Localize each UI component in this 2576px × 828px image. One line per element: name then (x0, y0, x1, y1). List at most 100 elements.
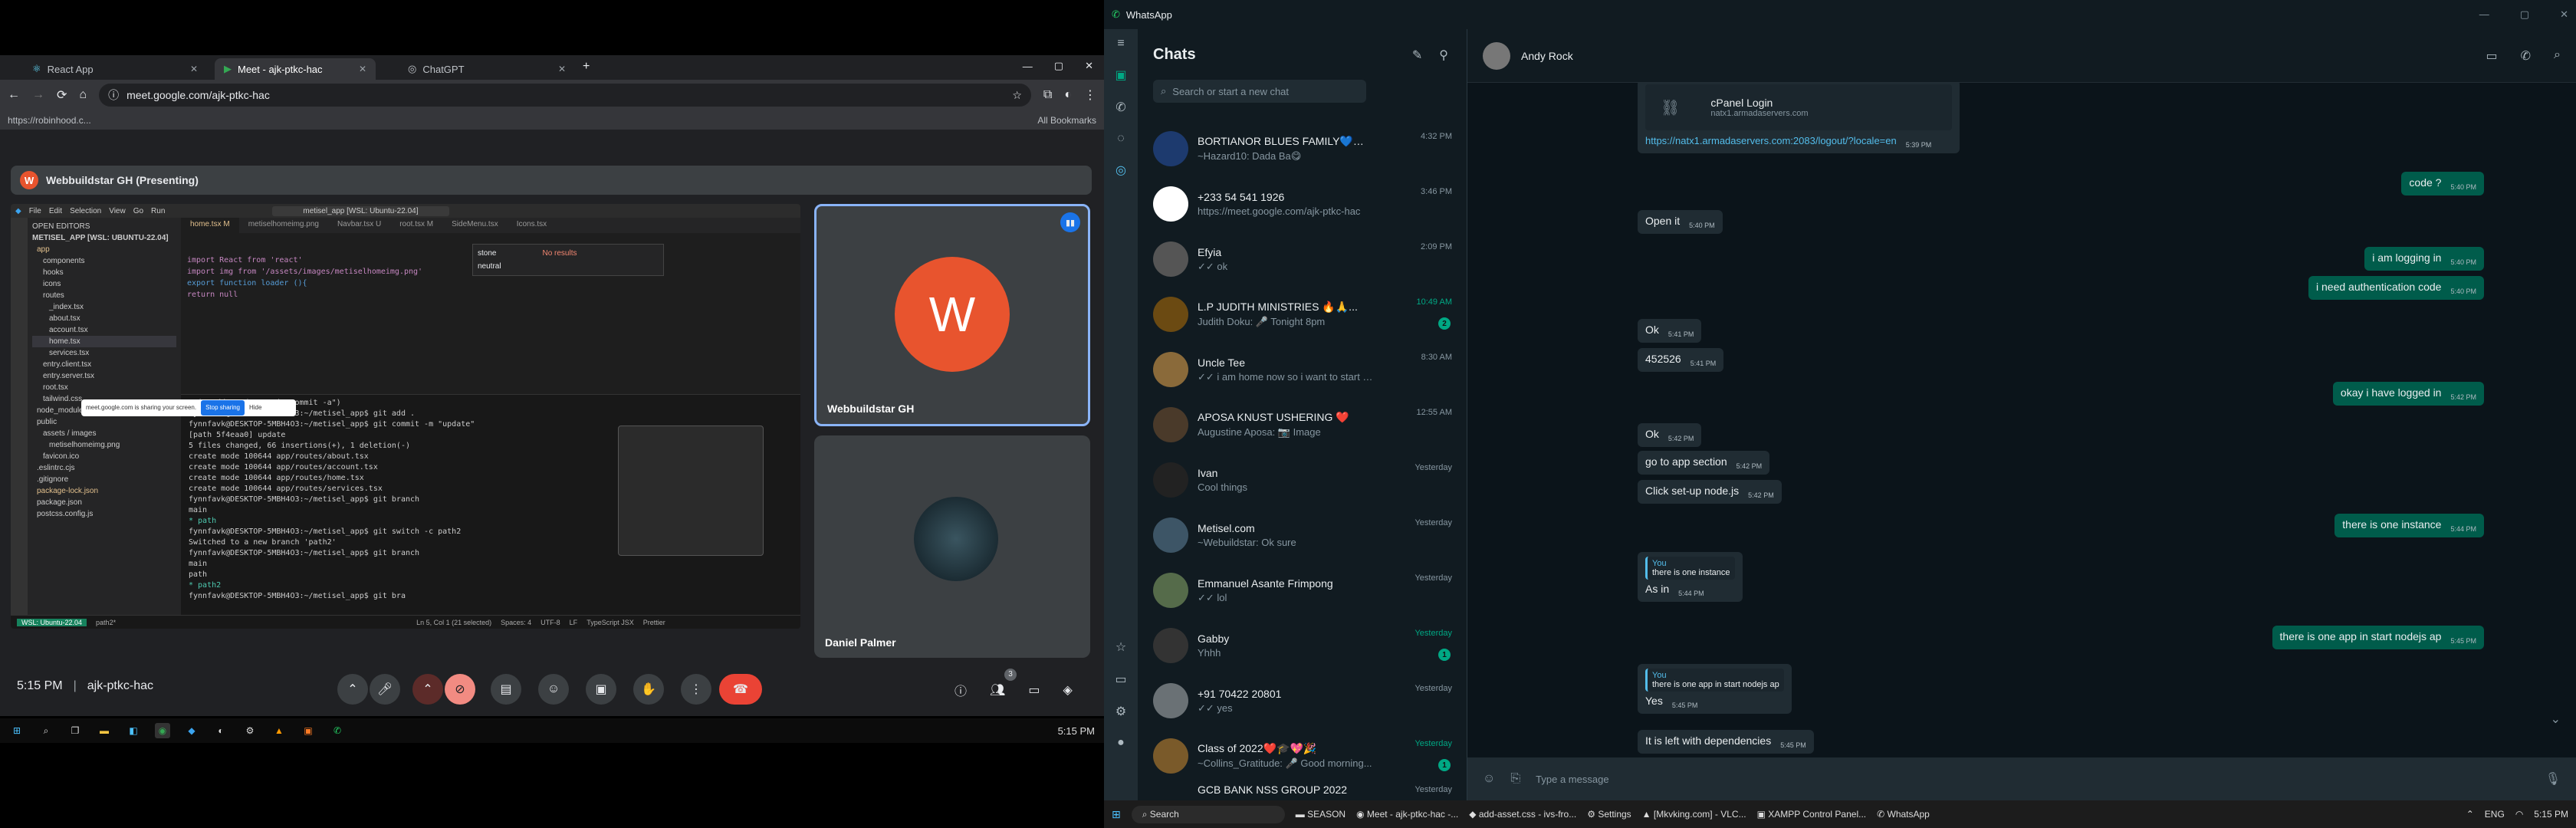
chat-item[interactable]: Efyia ✓✓ ok 2:09 PM (1138, 232, 1467, 287)
message-bubble[interactable]: You there is one instance As in 5:44 PM (1638, 552, 1743, 602)
raise-hand-icon[interactable]: ✋ (633, 674, 664, 705)
participant-tile[interactable]: W ▮▮ Webbuildstar GH (814, 204, 1090, 426)
tab-react-app[interactable]: ⚛ React App ✕ (23, 58, 207, 80)
minimize-icon[interactable]: — (1023, 61, 1033, 72)
windows-start-icon[interactable]: ⊞ (1112, 808, 1121, 821)
message-bubble[interactable]: 452526 5:41 PM (1638, 348, 1724, 372)
back-icon[interactable]: ← (8, 88, 20, 102)
chat-item[interactable]: Class of 2022❤️🎓💖🎉 ~Collins_Gratitude: 🎤 … (1138, 728, 1467, 784)
close-icon[interactable]: ✕ (2560, 8, 2568, 21)
leave-call-button[interactable]: ☎ (719, 674, 762, 705)
camera-off-icon[interactable]: ⊘ (445, 674, 475, 705)
chat-item[interactable]: L.P JUDITH MINISTRIES 🔥🙏... Judith Doku: … (1138, 287, 1467, 342)
home-icon[interactable]: ⌂ (79, 88, 87, 102)
chat-item[interactable]: +91 70422 20801 ✓✓ yes Yesterday (1138, 673, 1467, 728)
activities-icon[interactable]: ◈ (1063, 682, 1072, 698)
starred-icon[interactable]: ☆ (1116, 639, 1126, 655)
windows-start-icon[interactable]: ⊞ (9, 723, 25, 738)
tab-meet[interactable]: ▶ Meet - ajk-ptkc-hac ✕ (215, 58, 376, 80)
profile-icon[interactable]: ◐ (1064, 88, 1072, 102)
people-icon[interactable]: 👥︎ (990, 682, 1005, 698)
emoji-icon[interactable]: ☺ (538, 674, 569, 705)
emoji-icon[interactable]: ☺ (1483, 772, 1495, 786)
search-input[interactable]: ⌕ Search or start a new chat (1153, 80, 1366, 103)
forward-icon[interactable]: → (32, 88, 44, 102)
contact-avatar[interactable] (1483, 41, 1510, 70)
vscode-icon[interactable]: ◆ (184, 723, 199, 738)
chat-item[interactable]: BORTIANOR BLUES FAMILY💙⚽ ~Hazard10: Dada … (1138, 121, 1467, 176)
filter-icon[interactable]: ⚲ (1439, 48, 1448, 63)
message-bubble[interactable]: there is one app in start nodejs ap 5:45 … (2272, 626, 2484, 649)
close-icon[interactable]: ✕ (359, 64, 366, 74)
tab-chatgpt[interactable]: ◎ ChatGPT ✕ (399, 58, 575, 80)
task-item[interactable]: ◆ add-asset.css - ivs-fro... (1469, 809, 1576, 820)
message-bubble[interactable]: It is left with dependencies 5:45 PM (1638, 730, 1814, 754)
video-call-icon[interactable]: ▭ (2486, 48, 2498, 64)
quoted-message[interactable]: You there is one app in start nodejs ap (1645, 669, 1784, 692)
language-indicator[interactable]: ENG (2485, 809, 2505, 820)
extensions-icon[interactable]: ⧉ (1043, 88, 1052, 102)
close-icon[interactable]: ✕ (190, 64, 198, 74)
all-bookmarks[interactable]: All Bookmarks (1037, 115, 1096, 126)
vlc-icon[interactable]: ▲ (271, 723, 287, 738)
reload-icon[interactable]: ⟳ (57, 87, 67, 103)
message-bubble[interactable]: Open it 5:40 PM (1638, 210, 1723, 234)
message-bubble[interactable]: code ? 5:40 PM (2401, 172, 2484, 196)
chat-icon[interactable]: ▭ (1028, 682, 1040, 698)
more-options-icon[interactable]: ⋮ (681, 674, 711, 705)
task-item[interactable]: ⚙ Settings (1587, 809, 1631, 820)
profile-icon[interactable]: ● (1117, 736, 1125, 750)
star-icon[interactable]: ☆ (1012, 89, 1022, 102)
search-icon[interactable]: ⌕ (2554, 48, 2561, 64)
message-bubble[interactable]: there is one instance 5:44 PM (2334, 514, 2484, 537)
maximize-icon[interactable]: ▢ (1054, 60, 1063, 72)
chat-item[interactable]: Gabby Yhhh Yesterday 1 (1138, 618, 1467, 673)
attach-icon[interactable]: ⎘ (1510, 772, 1520, 786)
message-bubble[interactable]: Ok 5:41 PM (1638, 319, 1702, 343)
chat-item[interactable]: GCB BANK NSS GROUP 2022 Yesterday (1138, 784, 1467, 800)
file-explorer-icon[interactable]: ▬ (97, 723, 112, 738)
xampp-icon[interactable]: ▣ (301, 723, 316, 738)
chevron-up-icon[interactable]: ⌃ (412, 674, 443, 705)
link-preview-message[interactable]: ⛓ cPanel Login natx1.armadaservers.com ht… (1638, 83, 1960, 153)
app-icon[interactable]: ◐ (213, 723, 228, 738)
task-item[interactable]: ◉ Meet - ajk-ptkc-hac -... (1356, 809, 1458, 820)
task-item[interactable]: ▣ XAMPP Control Panel... (1757, 809, 1867, 820)
message-bubble[interactable]: You there is one app in start nodejs ap Ye… (1638, 664, 1792, 714)
captions-icon[interactable]: ▤ (491, 674, 521, 705)
task-item[interactable]: ✆ WhatsApp (1877, 809, 1930, 820)
tray-chevron-icon[interactable]: ⌃ (2466, 809, 2474, 820)
wifi-icon[interactable]: ◠ (2515, 809, 2523, 820)
chat-item[interactable]: +233 54 541 1926 https://meet.google.com/… (1138, 176, 1467, 232)
chat-item[interactable]: Emmanuel Asante Frimpong ✓✓ lol Yesterday (1138, 563, 1467, 618)
bookmark-item[interactable]: https://robinhood.c... (8, 115, 91, 126)
task-item[interactable]: ▲ [Mkvking.com] - VLC... (1642, 809, 1746, 820)
voice-call-icon[interactable]: ✆ (2521, 48, 2531, 64)
settings-icon[interactable]: ⚙ (242, 723, 258, 738)
new-tab-button[interactable]: + (583, 60, 590, 74)
chat-item[interactable]: Ivan Cool things Yesterday (1138, 452, 1467, 508)
settings-icon[interactable]: ⚙ (1116, 704, 1126, 719)
participant-tile[interactable]: Daniel Palmer (814, 435, 1090, 658)
message-bubble[interactable]: Click set-up node.js 5:42 PM (1638, 480, 1782, 504)
present-icon[interactable]: ▣ (586, 674, 616, 705)
close-icon[interactable]: ✕ (1085, 60, 1093, 72)
chat-item[interactable]: APOSA KNUST USHERING ❤️ Augustine Aposa: … (1138, 397, 1467, 452)
mic-icon[interactable]: 🎤︎ (370, 674, 400, 705)
close-icon[interactable]: ✕ (558, 64, 566, 74)
contact-name[interactable]: Andy Rock (1521, 50, 1573, 62)
maximize-icon[interactable]: ▢ (2520, 8, 2529, 21)
whatsapp-icon[interactable]: ✆ (330, 723, 345, 738)
chevron-up-icon[interactable]: ⌃ (337, 674, 368, 705)
message-bubble[interactable]: i am logging in 5:40 PM (2364, 247, 2484, 271)
status-icon[interactable]: ◌ (1117, 132, 1125, 146)
task-item[interactable]: ▬ SEASON (1296, 809, 1346, 820)
quoted-message[interactable]: You there is one instance (1645, 557, 1735, 580)
menu-icon[interactable]: ⋮ (1084, 87, 1096, 103)
scroll-down-icon[interactable]: ⌄ (2551, 711, 2561, 727)
chrome-icon[interactable]: ◉ (155, 723, 170, 738)
info-icon[interactable]: ⓘ (955, 681, 967, 699)
message-link[interactable]: https://natx1.armadaservers.com:2083/log… (1645, 135, 1897, 146)
menu-icon[interactable]: ≡ (1117, 37, 1124, 51)
message-bubble[interactable]: okay i have logged in 5:42 PM (2332, 382, 2484, 406)
